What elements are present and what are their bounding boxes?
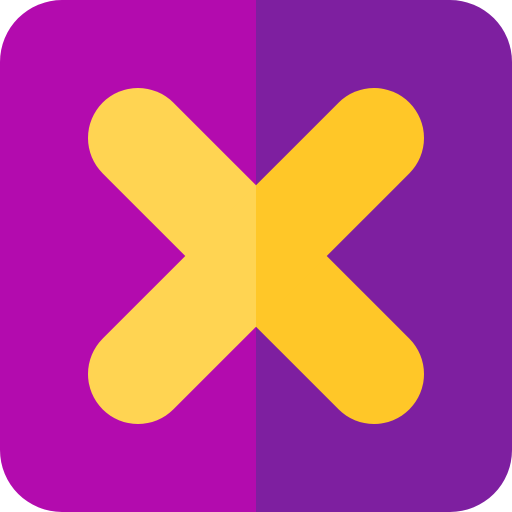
close-tile[interactable]	[0, 0, 512, 512]
close-icon[interactable]	[0, 0, 512, 512]
